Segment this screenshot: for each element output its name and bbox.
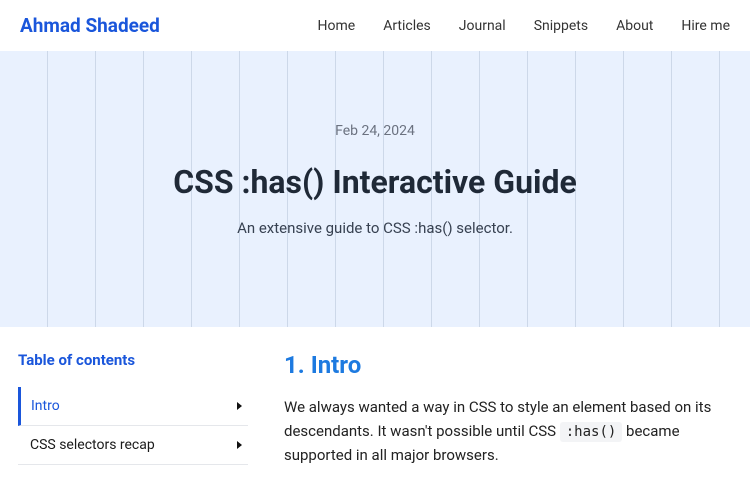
content-area: Table of contents Intro CSS selectors re… [0, 327, 750, 491]
site-header: Ahmad Shadeed Home Articles Journal Snip… [0, 0, 750, 51]
section-paragraph: We always wanted a way in CSS to style a… [284, 395, 732, 467]
nav-hire-me[interactable]: Hire me [681, 18, 730, 34]
chevron-right-icon [237, 402, 242, 410]
toc-item-css-selectors-recap[interactable]: CSS selectors recap [18, 426, 248, 465]
toc-title: Table of contents [18, 351, 248, 369]
chevron-right-icon [237, 441, 242, 449]
article-body: 1. Intro We always wanted a way in CSS t… [284, 351, 732, 467]
article-title: CSS :has() Interactive Guide [20, 163, 730, 201]
toc-list: Intro CSS selectors recap [18, 387, 248, 465]
inline-code: :has() [560, 422, 623, 442]
toc-item-intro[interactable]: Intro [18, 387, 248, 426]
section-heading: 1. Intro [284, 351, 732, 379]
main-nav: Home Articles Journal Snippets About Hir… [318, 18, 731, 34]
toc-item-label: Intro [31, 398, 60, 414]
article-date: Feb 24, 2024 [20, 123, 730, 139]
toc-item-label: CSS selectors recap [30, 437, 155, 453]
nav-home[interactable]: Home [318, 18, 356, 34]
nav-snippets[interactable]: Snippets [534, 18, 588, 34]
nav-journal[interactable]: Journal [459, 18, 506, 34]
nav-about[interactable]: About [616, 18, 653, 34]
hero: Feb 24, 2024 CSS :has() Interactive Guid… [0, 51, 750, 327]
nav-articles[interactable]: Articles [383, 18, 431, 34]
sidebar: Table of contents Intro CSS selectors re… [18, 351, 248, 467]
article-subtitle: An extensive guide to CSS :has() selecto… [20, 219, 730, 237]
logo[interactable]: Ahmad Shadeed [20, 14, 160, 37]
